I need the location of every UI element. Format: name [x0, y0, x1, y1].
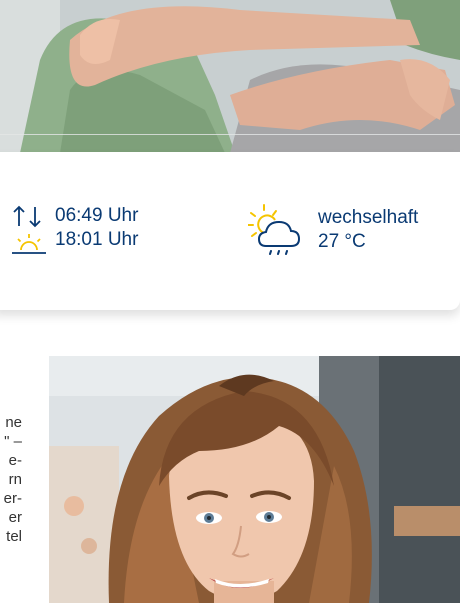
- portrait-photo: [49, 356, 460, 603]
- article-line: e-: [8, 452, 22, 469]
- sunrise-sunset-icon: [12, 204, 48, 261]
- weather-info: wechselhaft 27 °C: [247, 203, 458, 259]
- article-line: er: [8, 509, 22, 526]
- article-line: tel: [6, 528, 22, 545]
- article-line: rn: [8, 471, 22, 488]
- partly-cloudy-rain-icon: [247, 203, 304, 264]
- sunrise-time: 06:49 Uhr: [55, 205, 139, 226]
- hero-photo: [0, 0, 460, 153]
- weather-temperature: 27 °C: [318, 231, 366, 252]
- article-line: er-: [3, 490, 22, 507]
- weather-condition: wechselhaft: [318, 207, 419, 228]
- article-line: ne: [5, 414, 22, 431]
- sunset-time: 18:01 Uhr: [55, 229, 139, 250]
- sun-times: 06:49 Uhr 18:01 Uhr: [12, 204, 212, 258]
- article-text: ne " – e- rn er- er tel: [0, 413, 22, 593]
- article-line: " –: [4, 433, 22, 450]
